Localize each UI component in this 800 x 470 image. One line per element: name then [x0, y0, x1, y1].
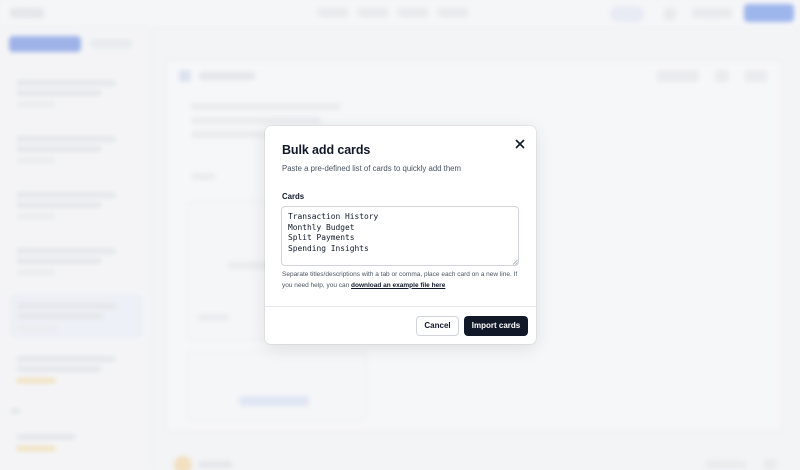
card-line: Split Payments: [288, 233, 355, 243]
help-text: Separate titles/descriptions with a tab …: [282, 270, 522, 291]
card-line: Monthly Budget: [288, 222, 355, 232]
dialog-title: Bulk add cards: [282, 143, 371, 157]
import-cards-button[interactable]: Import cards: [464, 316, 528, 336]
download-example-link[interactable]: download an example file here: [351, 282, 445, 289]
cards-field-label: Cards: [282, 192, 305, 201]
dialog-subtitle: Paste a pre-defined list of cards to qui…: [282, 164, 461, 173]
close-icon: [515, 139, 525, 149]
cards-textarea[interactable]: Transaction History Monthly Budget Split…: [281, 206, 519, 266]
dialog-divider: [265, 306, 536, 307]
card-line: Transaction History: [288, 212, 379, 221]
resize-handle-icon[interactable]: [512, 259, 518, 265]
card-line: Spending Insights: [288, 243, 369, 253]
close-button[interactable]: [513, 137, 527, 151]
cancel-button[interactable]: Cancel: [416, 316, 459, 336]
bulk-add-cards-dialog: Bulk add cards Paste a pre-defined list …: [265, 126, 536, 344]
